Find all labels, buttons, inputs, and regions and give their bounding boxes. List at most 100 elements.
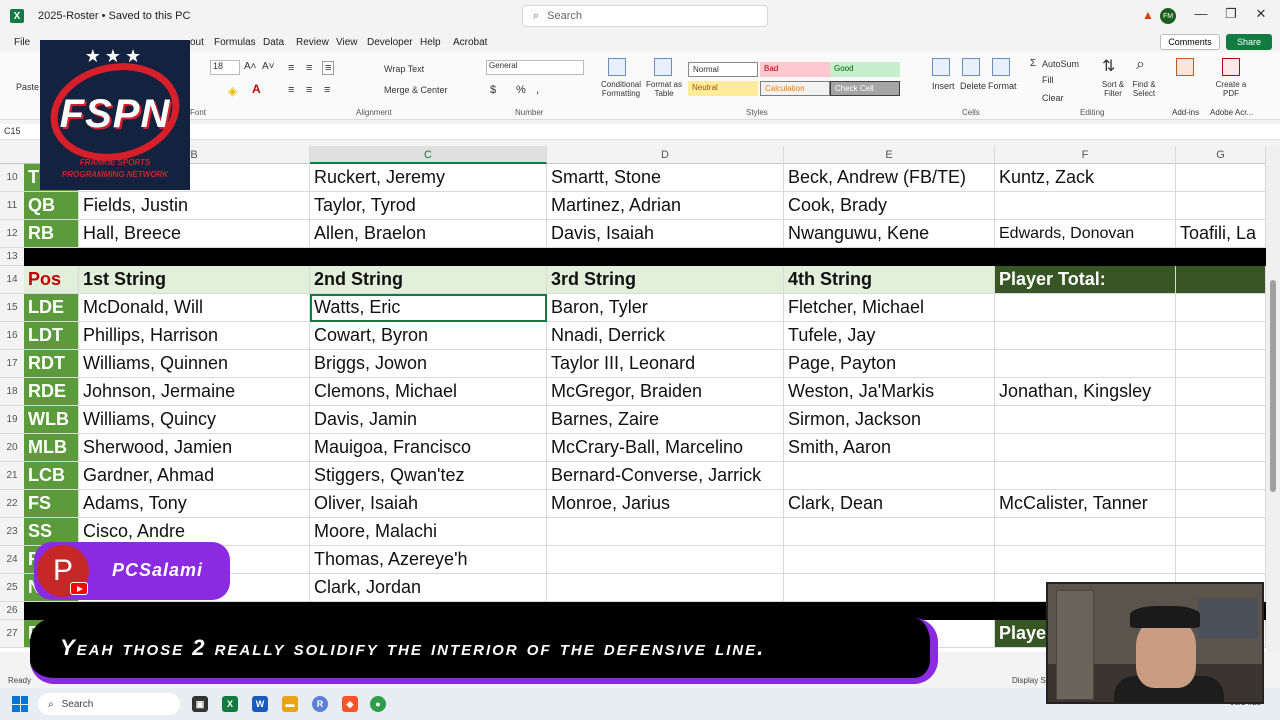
app-r-icon[interactable]: R — [312, 696, 328, 712]
menu-formulas[interactable]: Formulas — [214, 37, 256, 48]
cell-g14[interactable] — [1176, 266, 1266, 294]
align-center-icon[interactable]: ≡ — [306, 84, 312, 96]
menu-review[interactable]: Review — [296, 37, 329, 48]
file-explorer-icon[interactable]: ▬ — [282, 696, 298, 712]
excel-taskbar-icon[interactable]: X — [222, 696, 238, 712]
cell-d15[interactable]: Baron, Tyler — [547, 294, 784, 322]
cell-c25[interactable]: Clark, Jordan — [310, 574, 547, 602]
brave-browser-icon[interactable]: ◆ — [342, 696, 358, 712]
cell-e20[interactable]: Smith, Aaron — [784, 434, 995, 462]
menu-acrobat[interactable]: Acrobat — [453, 37, 487, 48]
cell-c22[interactable]: Oliver, Isaiah — [310, 490, 547, 518]
cell-b19[interactable]: Williams, Quincy — [79, 406, 310, 434]
style-neutral[interactable]: Neutral — [688, 81, 758, 96]
cell-g20[interactable] — [1176, 434, 1266, 462]
cell-f11[interactable] — [995, 192, 1176, 220]
cell-f15[interactable] — [995, 294, 1176, 322]
cell-g22[interactable] — [1176, 490, 1266, 518]
cell-e11[interactable]: Cook, Brady — [784, 192, 995, 220]
menu-page-layout[interactable]: out — [190, 37, 204, 48]
cell-f18[interactable]: Jonathan, Kingsley — [995, 378, 1176, 406]
cell-c19[interactable]: Davis, Jamin — [310, 406, 547, 434]
position-cell[interactable]: RDE — [24, 378, 79, 406]
fill-color-icon[interactable]: ◈ — [228, 84, 237, 98]
cell-g12[interactable]: Toafili, La — [1176, 220, 1266, 248]
row-number-27[interactable]: 27 — [0, 620, 24, 648]
position-cell[interactable]: RB — [24, 220, 79, 248]
cell-b16[interactable]: Phillips, Harrison — [79, 322, 310, 350]
row-number-23[interactable]: 23 — [0, 518, 24, 546]
cell-e21[interactable] — [784, 462, 995, 490]
cell-c24[interactable]: Thomas, Azereye'h — [310, 546, 547, 574]
comments-button[interactable]: Comments — [1160, 34, 1220, 50]
cell-e19[interactable]: Sirmon, Jackson — [784, 406, 995, 434]
position-cell[interactable]: FS — [24, 490, 79, 518]
row-number-25[interactable]: 25 — [0, 574, 24, 602]
format-as-table-button[interactable]: Format as Table — [644, 80, 684, 98]
position-cell[interactable]: Pos — [24, 266, 79, 294]
cell-f14[interactable]: Player Total: — [995, 266, 1176, 294]
cell-d10[interactable]: Smartt, Stone — [547, 164, 784, 192]
style-normal[interactable]: Normal — [688, 62, 758, 77]
maximize-icon[interactable]: ❐ — [1216, 6, 1246, 22]
row-number-18[interactable]: 18 — [0, 378, 24, 406]
cell-c18[interactable]: Clemons, Michael — [310, 378, 547, 406]
format-button[interactable]: Format — [988, 81, 1017, 91]
row-number-20[interactable]: 20 — [0, 434, 24, 462]
row-number-16[interactable]: 16 — [0, 322, 24, 350]
warning-icon[interactable]: ▲ — [1142, 8, 1154, 22]
delete-button[interactable]: Delete — [960, 81, 986, 91]
cell-f12[interactable]: Edwards, Donovan — [995, 220, 1176, 248]
row-number-19[interactable]: 19 — [0, 406, 24, 434]
create-pdf-button[interactable]: Create a PDF — [1214, 80, 1248, 98]
cell-e14[interactable]: 4th String — [784, 266, 995, 294]
menu-developer[interactable]: Developer — [367, 37, 413, 48]
scrollbar-thumb[interactable] — [1270, 280, 1276, 492]
cell-d11[interactable]: Martinez, Adrian — [547, 192, 784, 220]
merge-center-button[interactable]: Merge & Center — [384, 85, 448, 95]
cell-b20[interactable]: Sherwood, Jamien — [79, 434, 310, 462]
shrink-font-icon[interactable]: A˅ — [262, 61, 275, 72]
minimize-icon[interactable]: — — [1186, 6, 1216, 21]
align-left-icon[interactable]: ≡ — [288, 84, 294, 96]
windows-start-icon[interactable] — [12, 696, 28, 712]
cell-f19[interactable] — [995, 406, 1176, 434]
cell-e17[interactable]: Page, Payton — [784, 350, 995, 378]
column-header-g[interactable]: G — [1176, 146, 1266, 164]
position-cell[interactable]: WLB — [24, 406, 79, 434]
cell-e25[interactable] — [784, 574, 995, 602]
cell-d19[interactable]: Barnes, Zaire — [547, 406, 784, 434]
row-number-10[interactable]: 10 — [0, 164, 24, 192]
row-number-13[interactable]: 13 — [0, 248, 24, 266]
cell-f22[interactable]: McCalister, Tanner — [995, 490, 1176, 518]
row-number-12[interactable]: 12 — [0, 220, 24, 248]
cell-d25[interactable] — [547, 574, 784, 602]
cell-d14[interactable]: 3rd String — [547, 266, 784, 294]
number-format-select[interactable]: General — [486, 60, 584, 75]
cell-f24[interactable] — [995, 546, 1176, 574]
row-number-15[interactable]: 15 — [0, 294, 24, 322]
position-cell[interactable]: RDT — [24, 350, 79, 378]
row-number-11[interactable]: 11 — [0, 192, 24, 220]
comma-icon[interactable]: , — [536, 84, 539, 96]
close-icon[interactable]: ✕ — [1246, 6, 1276, 22]
cell-g19[interactable] — [1176, 406, 1266, 434]
column-header-c[interactable]: C — [310, 146, 547, 164]
font-color-icon[interactable]: A — [252, 82, 261, 96]
cell-d17[interactable]: Taylor III, Leonard — [547, 350, 784, 378]
column-header-d[interactable]: D — [547, 146, 784, 164]
cell-b22[interactable]: Adams, Tony — [79, 490, 310, 518]
cell-d12[interactable]: Davis, Isaiah — [547, 220, 784, 248]
cell-c16[interactable]: Cowart, Byron — [310, 322, 547, 350]
task-view-icon[interactable]: ▣ — [192, 696, 208, 712]
cell-c21[interactable]: Stiggers, Qwan'tez — [310, 462, 547, 490]
column-header-f[interactable]: F — [995, 146, 1176, 164]
cell-b15[interactable]: McDonald, Will — [79, 294, 310, 322]
style-check-cell[interactable]: Check Cell — [830, 81, 900, 96]
position-cell[interactable]: LDE — [24, 294, 79, 322]
cell-g17[interactable] — [1176, 350, 1266, 378]
cell-c15[interactable]: Watts, Eric — [310, 294, 547, 322]
clear-button[interactable]: Clear — [1042, 93, 1064, 103]
align-right-icon[interactable]: ≡ — [324, 84, 330, 96]
cell-b12[interactable]: Hall, Breece — [79, 220, 310, 248]
